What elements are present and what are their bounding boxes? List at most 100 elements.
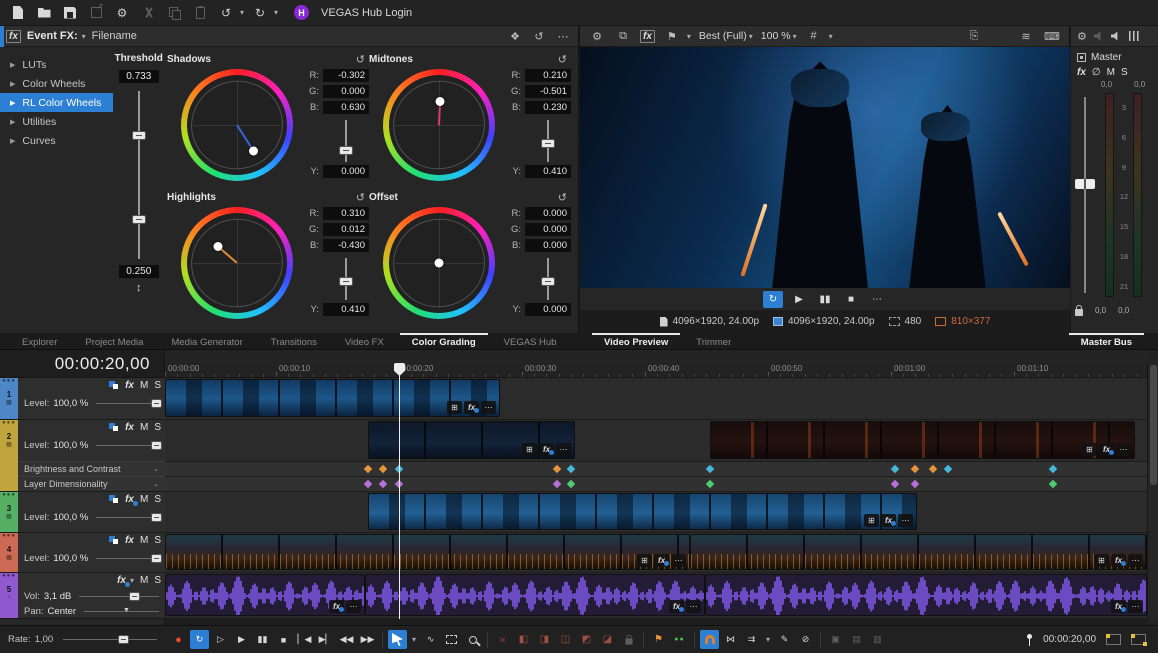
grid-overlay-caret[interactable]: ▾ (829, 32, 833, 41)
keyframe-diamond[interactable] (929, 465, 937, 473)
event-pan-crop-button[interactable]: ⊞ (447, 401, 462, 414)
wheel-indicator-dot[interactable] (435, 259, 444, 268)
event-fx-button[interactable]: fx (654, 554, 669, 567)
level-slider-handle[interactable] (151, 399, 162, 408)
preview-quality-select[interactable]: Best (Full)▾ (699, 30, 753, 42)
keyframe-diamond[interactable] (944, 465, 952, 473)
reset-all-icon[interactable]: ↺ (530, 30, 548, 43)
wheel-reset-icon[interactable]: ↺ (558, 53, 567, 66)
pause-button[interactable]: ▮▮ (253, 630, 272, 649)
tab-video-fx[interactable]: Video FX (333, 333, 396, 350)
midtones-y-slider[interactable] (547, 120, 549, 162)
event-fx-button[interactable]: fx (881, 514, 896, 527)
event-pan-crop-button[interactable]: ⊞ (637, 554, 652, 567)
enable-snapping-button[interactable] (700, 630, 719, 649)
event-more-button[interactable]: ⋯ (671, 554, 686, 567)
keyframe-diamond[interactable] (706, 480, 714, 488)
redo-menu-caret[interactable]: ▾ (274, 8, 278, 17)
timeline-vertical-scrollbar[interactable] (1147, 363, 1158, 619)
threshold-high-handle[interactable] (132, 131, 146, 140)
event-group-button[interactable]: ▤ (847, 630, 866, 649)
mixer-settings-gear-icon[interactable]: ⚙ (1077, 30, 1087, 43)
keyframe-diamond[interactable] (891, 465, 899, 473)
ignore-event-grouping-button[interactable]: ⊘ (796, 630, 815, 649)
shadows-y-value[interactable]: 0.000 (323, 165, 369, 178)
track-mute-button[interactable]: M (140, 380, 148, 391)
y-slider-handle[interactable] (541, 139, 555, 148)
go-to-start-button[interactable]: ▏◀ (295, 630, 314, 649)
cursor-time-display[interactable]: 00:00:20,00 (0, 350, 164, 378)
midtones-color-wheel[interactable] (383, 69, 495, 181)
track-color-strip[interactable]: ●●●1▦ (0, 378, 18, 419)
shadows-blue-value[interactable]: 0.630 (323, 101, 369, 114)
event-pan-crop-button[interactable]: ⊞ (522, 443, 537, 456)
rewind-button[interactable]: ◀◀ (337, 630, 356, 649)
compositing-mode-icon[interactable] (109, 381, 119, 390)
redo-button[interactable]: ↻ (250, 4, 270, 22)
threshold-low-handle[interactable] (132, 215, 146, 224)
midtones-red-value[interactable]: 0.210 (525, 69, 571, 82)
keyframe-diamond[interactable] (567, 465, 575, 473)
tab-media-generator[interactable]: Media Generator (159, 333, 254, 350)
y-slider-handle[interactable] (339, 277, 353, 286)
tab-transitions[interactable]: Transitions (259, 333, 329, 350)
compositing-mode-icon[interactable] (109, 423, 119, 432)
auto-crossfade-button[interactable]: ⋈ (721, 630, 740, 649)
wheel-reset-icon[interactable]: ↺ (356, 53, 365, 66)
event-more-button[interactable]: ⋯ (898, 514, 913, 527)
event-fx-button[interactable]: fx (1099, 443, 1114, 456)
y-slider-handle[interactable] (541, 277, 555, 286)
keyframe-diamond[interactable] (364, 465, 372, 473)
event-fx-dropdown-caret[interactable]: ▾ (82, 32, 86, 41)
keyframe-diamond[interactable] (567, 480, 575, 488)
auto-ripple-button[interactable]: ⇉ (742, 630, 761, 649)
shadows-green-value[interactable]: 0.000 (323, 85, 369, 98)
undo-menu-caret[interactable]: ▾ (240, 8, 244, 17)
master-fader-track[interactable] (1084, 97, 1086, 293)
undo-button[interactable]: ↺ (216, 4, 236, 22)
fader-lock-icon[interactable] (1075, 309, 1083, 316)
preview-mode-flag-icon[interactable]: ⚑ (663, 30, 681, 43)
keyframe-diamond[interactable] (364, 480, 372, 488)
offset-y-value[interactable]: 0.000 (525, 303, 571, 316)
track-header-2[interactable]: ●●●2▦fxMSLevel:100,0 %Brightness and Con… (0, 420, 165, 492)
track-header-3[interactable]: ●●●3▦fxMSLevel:100,0 % (0, 492, 165, 533)
level-slider[interactable] (96, 558, 159, 559)
lane-v3[interactable]: ⊞fx⋯ (165, 492, 1147, 533)
lane-v2[interactable]: ⊞fx⋯⊞fx⋯ (165, 420, 1147, 462)
split-trim-button[interactable]: ◪ (598, 630, 617, 649)
slide-trim-button[interactable]: ◩ (577, 630, 596, 649)
master-fx-button[interactable]: fx (1077, 67, 1086, 78)
track-solo-button[interactable]: S (154, 494, 161, 505)
keyframe-diamond[interactable] (1049, 480, 1057, 488)
go-to-end-button[interactable]: ▶▏ (316, 630, 335, 649)
preview-more-button[interactable]: ⋯ (867, 291, 887, 308)
delete-event-button[interactable]: × (493, 630, 512, 649)
lane-v1[interactable]: ⊞fx⋯ (165, 378, 1147, 420)
threshold-top-value[interactable]: 0.733 (119, 70, 159, 83)
track-color-strip[interactable]: ●●●3▦ (0, 492, 18, 532)
keyframe-diamond[interactable] (911, 465, 919, 473)
collapse-chevron-icon[interactable]: ⌄ (153, 465, 159, 473)
vegas-hub-login-button[interactable]: VEGAS Hub Login (321, 7, 412, 19)
sidebar-item-color-wheels[interactable]: ▶Color Wheels (0, 74, 113, 93)
highlights-color-wheel[interactable] (181, 207, 293, 319)
timeline-event[interactable]: ⊞fx⋯ (690, 534, 1147, 570)
video-output-fx-icon[interactable]: fx (640, 30, 655, 43)
event-fx-button[interactable]: fx (669, 600, 684, 613)
panel-more-icon[interactable]: ⋯ (554, 30, 572, 43)
keyframe-diamond[interactable] (706, 465, 714, 473)
track-fx-button[interactable]: fx (125, 494, 134, 505)
timeline-event[interactable]: ⊞fx⋯ (368, 493, 917, 530)
pan-slider[interactable]: ▼ (84, 611, 159, 612)
plugin-row-layer-dimensionality[interactable]: Layer Dimensionality⌄ (18, 476, 165, 491)
sidebar-item-luts[interactable]: ▶LUTs (0, 55, 113, 74)
wheel-indicator-dot[interactable] (436, 97, 445, 106)
track-color-strip[interactable]: ●●●2▦ (0, 420, 18, 491)
plugin-row-brightness-and-contrast[interactable]: Brightness and Contrast⌄ (18, 461, 165, 476)
tab-vegas-hub[interactable]: VEGAS Hub (492, 333, 569, 350)
pan-slider-handle[interactable]: ▼ (123, 607, 130, 614)
event-more-button[interactable]: ⋯ (1128, 554, 1143, 567)
insert-region-button[interactable]: ●● (670, 630, 689, 649)
sidebar-item-curves[interactable]: ▶Curves (0, 131, 113, 150)
